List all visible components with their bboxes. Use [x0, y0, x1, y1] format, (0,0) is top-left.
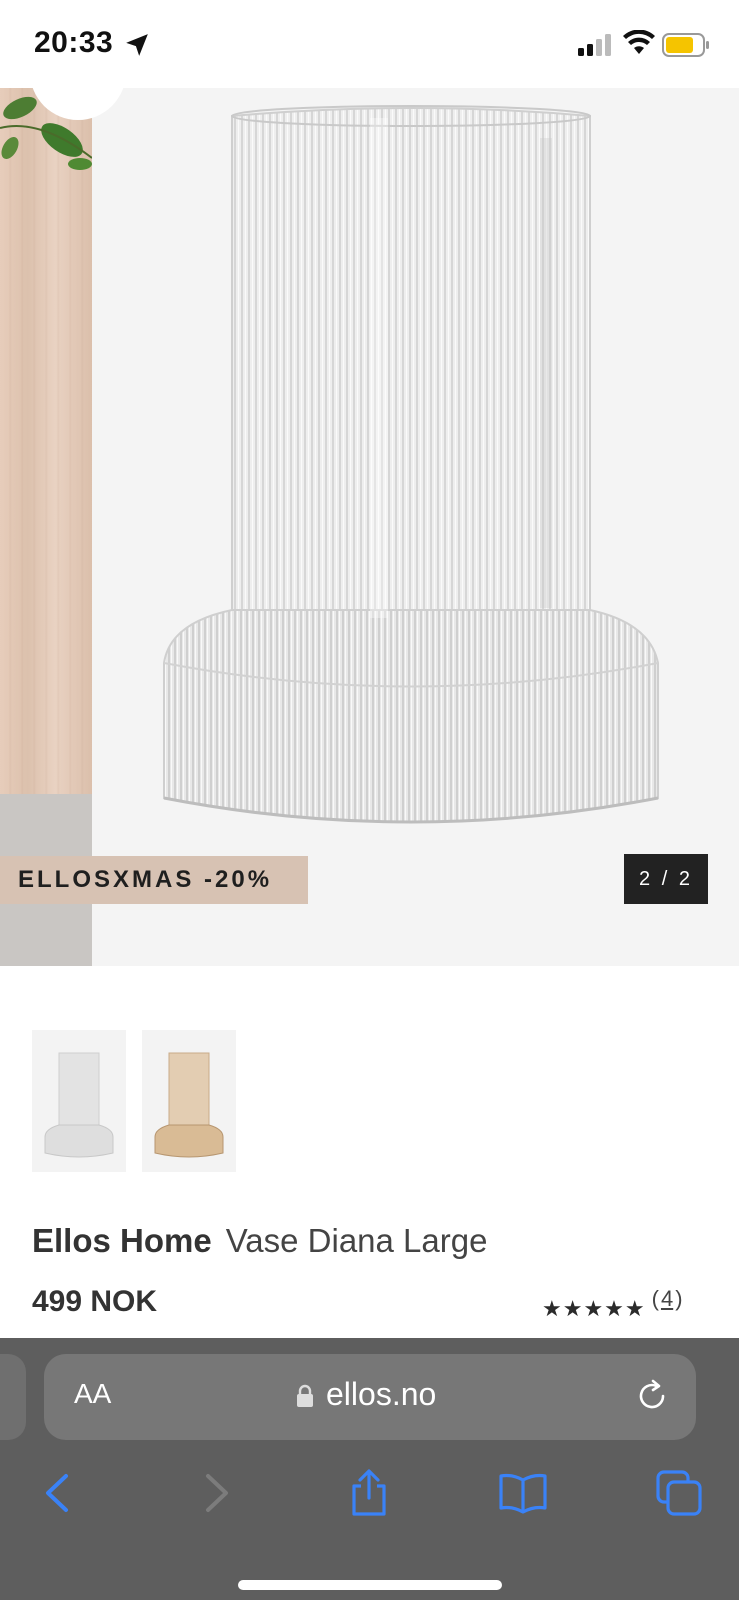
wifi-icon: [623, 30, 655, 54]
clear-vase-thumbnail-image: [44, 1052, 114, 1158]
amber-vase-thumbnail-image: [154, 1052, 224, 1158]
share-icon[interactable]: [344, 1468, 394, 1518]
text-size-button[interactable]: AA: [74, 1378, 111, 1410]
glass-vase-image: [163, 105, 659, 824]
image-pager: 2 / 2: [624, 854, 708, 904]
thumbnail-amber-vase[interactable]: [142, 1030, 236, 1172]
bookmarks-icon[interactable]: [498, 1468, 548, 1518]
product-name: Vase Diana Large: [225, 1222, 488, 1259]
rating-count[interactable]: (4): [652, 1286, 683, 1312]
home-indicator[interactable]: [238, 1580, 502, 1590]
promo-label: ELLOSXMAS -20%: [18, 866, 273, 893]
url-text[interactable]: ellos.no: [326, 1376, 436, 1413]
status-time: 20:33: [34, 26, 114, 59]
product-rating[interactable]: ★★★★★ (4): [542, 1286, 683, 1322]
address-bar[interactable]: AA ellos.no: [44, 1354, 696, 1440]
thumbnail-clear-vase[interactable]: [32, 1030, 126, 1172]
cellular-signal-icon: [578, 34, 611, 56]
product-title: Ellos Home Vase Diana Large: [32, 1222, 487, 1260]
thumbnail-strip: [32, 1030, 236, 1172]
browser-toolbar: AA ellos.no: [0, 1338, 739, 1600]
product-price: 499 NOK: [32, 1285, 158, 1318]
text-size-label: AA: [74, 1378, 112, 1409]
product-brand[interactable]: Ellos Home: [32, 1222, 212, 1259]
promo-badge: ELLOSXMAS -20%: [0, 856, 308, 904]
location-arrow-icon: [126, 34, 148, 56]
lock-icon: [297, 1384, 313, 1407]
back-icon[interactable]: [34, 1468, 84, 1518]
forward-icon[interactable]: [190, 1468, 240, 1518]
status-bar: 20:33: [0, 0, 739, 88]
reload-icon[interactable]: [634, 1378, 670, 1414]
tabs-icon[interactable]: [654, 1468, 704, 1518]
rating-stars: ★★★★★: [542, 1296, 646, 1321]
product-hero-image[interactable]: ELLOSXMAS -20% 2 / 2: [0, 88, 739, 966]
previous-tab-pill[interactable]: [0, 1354, 26, 1440]
rating-count-value[interactable]: 4: [659, 1286, 675, 1311]
battery-icon: [662, 33, 709, 57]
wood-background: [0, 88, 92, 794]
